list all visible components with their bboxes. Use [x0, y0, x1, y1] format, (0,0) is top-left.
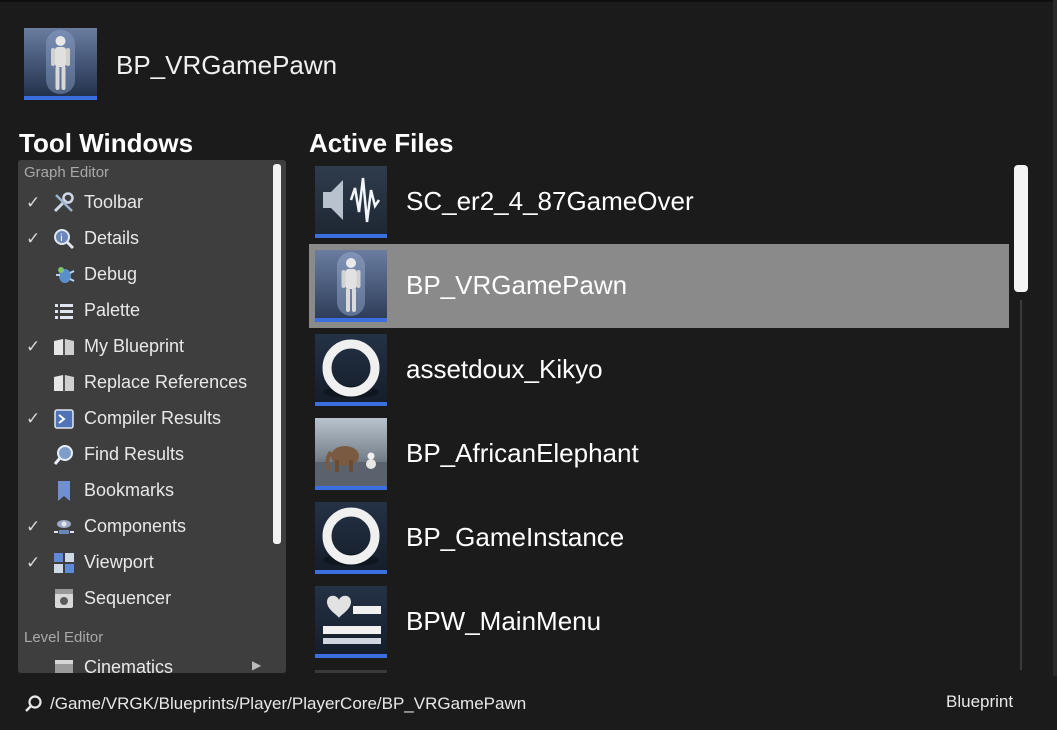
svg-text:i: i	[60, 233, 63, 244]
menu-item-palette[interactable]: Palette	[18, 293, 268, 329]
mannequin-icon	[24, 28, 97, 100]
check-icon: ✓	[26, 517, 41, 537]
asset-type: Blueprint	[946, 692, 1014, 711]
menu-item-viewport[interactable]: ✓ Viewport	[18, 545, 268, 581]
menu-item-replace-references[interactable]: Replace References	[18, 365, 268, 401]
check-icon: ✓	[26, 229, 41, 249]
menu-item-label: Components	[84, 516, 187, 536]
book-icon	[52, 371, 76, 395]
search-icon	[24, 694, 44, 714]
menu-item-label: Toolbar	[84, 192, 144, 212]
menu-item-label: Bookmarks	[84, 480, 175, 500]
widget-heart-thumb	[315, 586, 387, 658]
file-row-partial[interactable]	[309, 664, 1009, 673]
file-name: BP_AfricanElephant	[406, 438, 639, 468]
menu-item-components[interactable]: ✓ Components	[18, 509, 268, 545]
menu-item-label: Find Results	[84, 444, 185, 464]
check-icon: ✓	[26, 553, 41, 573]
mannequin-thumb	[315, 250, 387, 322]
asset-title: BP_VRGamePawn	[116, 50, 338, 80]
group-label-level-editor: Level Editor	[24, 629, 104, 646]
menu-item-toolbar[interactable]: ✓ Toolbar	[18, 185, 268, 221]
details-magnifier-icon: i	[52, 227, 76, 251]
menu-item-label: Sequencer	[84, 588, 172, 608]
asset-path: /Game/VRGK/Blueprints/Player/PlayerCore/…	[50, 694, 527, 713]
tool-windows-scrollbar[interactable]	[273, 164, 281, 544]
palette-list-icon	[52, 299, 76, 323]
status-bar: /Game/VRGK/Blueprints/Player/PlayerCore/…	[0, 676, 1057, 730]
file-name: BPW_MainMenu	[406, 606, 602, 636]
sequencer-icon	[52, 587, 76, 611]
file-row[interactable]: BPW_MainMenu	[309, 580, 1009, 664]
find-magnifier-icon	[52, 443, 76, 467]
submenu-arrow-icon: ▶	[252, 658, 262, 672]
file-name: BP_VRGamePawn	[406, 270, 628, 300]
window-edge	[1053, 0, 1057, 730]
menu-item-label: Palette	[84, 300, 141, 320]
active-files-scrollbar[interactable]	[1014, 165, 1028, 292]
menu-item-label: Replace References	[84, 372, 248, 392]
bookmark-icon	[52, 479, 76, 503]
menu-item-find-results[interactable]: Find Results	[18, 437, 268, 473]
file-row[interactable]: assetdoux_Kikyo	[309, 328, 1009, 412]
file-name: BP_GameInstance	[406, 522, 625, 552]
menu-item-label: Details	[84, 228, 140, 248]
tool-windows-title: Tool Windows	[19, 128, 194, 158]
menu-item-debug[interactable]: Debug	[18, 257, 268, 293]
tool-windows-list[interactable]: Graph Editor ✓ Toolbar ✓ i Details Debug…	[18, 160, 286, 673]
active-files-scroll-track	[1020, 300, 1022, 670]
file-row[interactable]: BP_GameInstance	[309, 496, 1009, 580]
menu-item-label: Debug	[84, 264, 138, 284]
components-icon	[52, 515, 76, 539]
ring-thumb	[315, 334, 387, 406]
top-border	[0, 0, 1057, 2]
menu-item-my-blueprint[interactable]: ✓ My Blueprint	[18, 329, 268, 365]
compiler-icon	[52, 407, 76, 431]
asset-header: BP_VRGamePawn	[24, 28, 624, 100]
active-files-list[interactable]: SC_er2_4_87GameOver BP_VRGamePawn assetd…	[309, 160, 1011, 673]
wrench-icon	[52, 191, 76, 215]
menu-item-sequencer[interactable]: Sequencer	[18, 581, 268, 617]
menu-item-label: Compiler Results	[84, 408, 222, 428]
menu-item-label: My Blueprint	[84, 336, 185, 356]
active-files-title: Active Files	[309, 128, 454, 158]
group-label-graph-editor: Graph Editor	[24, 164, 110, 181]
menu-item-cinematics[interactable]: Cinematics ▶	[18, 650, 268, 673]
debug-bug-icon	[52, 263, 76, 287]
sound-wave-thumb	[315, 166, 387, 238]
ring-thumb	[315, 502, 387, 574]
menu-item-compiler-results[interactable]: ✓ Compiler Results	[18, 401, 268, 437]
check-icon: ✓	[26, 337, 41, 357]
check-icon: ✓	[26, 409, 41, 429]
menu-item-details[interactable]: ✓ i Details	[18, 221, 268, 257]
elephant-scene-thumb	[315, 418, 387, 490]
file-row[interactable]: BP_AfricanElephant	[309, 412, 1009, 496]
file-row-selected[interactable]: BP_VRGamePawn	[309, 244, 1009, 328]
menu-item-bookmarks[interactable]: Bookmarks	[18, 473, 268, 509]
clapperboard-icon	[52, 656, 76, 673]
viewport-icon	[52, 551, 76, 575]
book-icon	[52, 335, 76, 359]
file-name: assetdoux_Kikyo	[406, 354, 603, 384]
menu-item-label: Viewport	[84, 552, 154, 572]
file-row[interactable]: SC_er2_4_87GameOver	[309, 160, 1009, 244]
file-name: SC_er2_4_87GameOver	[406, 186, 694, 216]
partial-thumb	[315, 670, 387, 673]
menu-item-label: Cinematics	[84, 657, 174, 673]
check-icon: ✓	[26, 193, 41, 213]
